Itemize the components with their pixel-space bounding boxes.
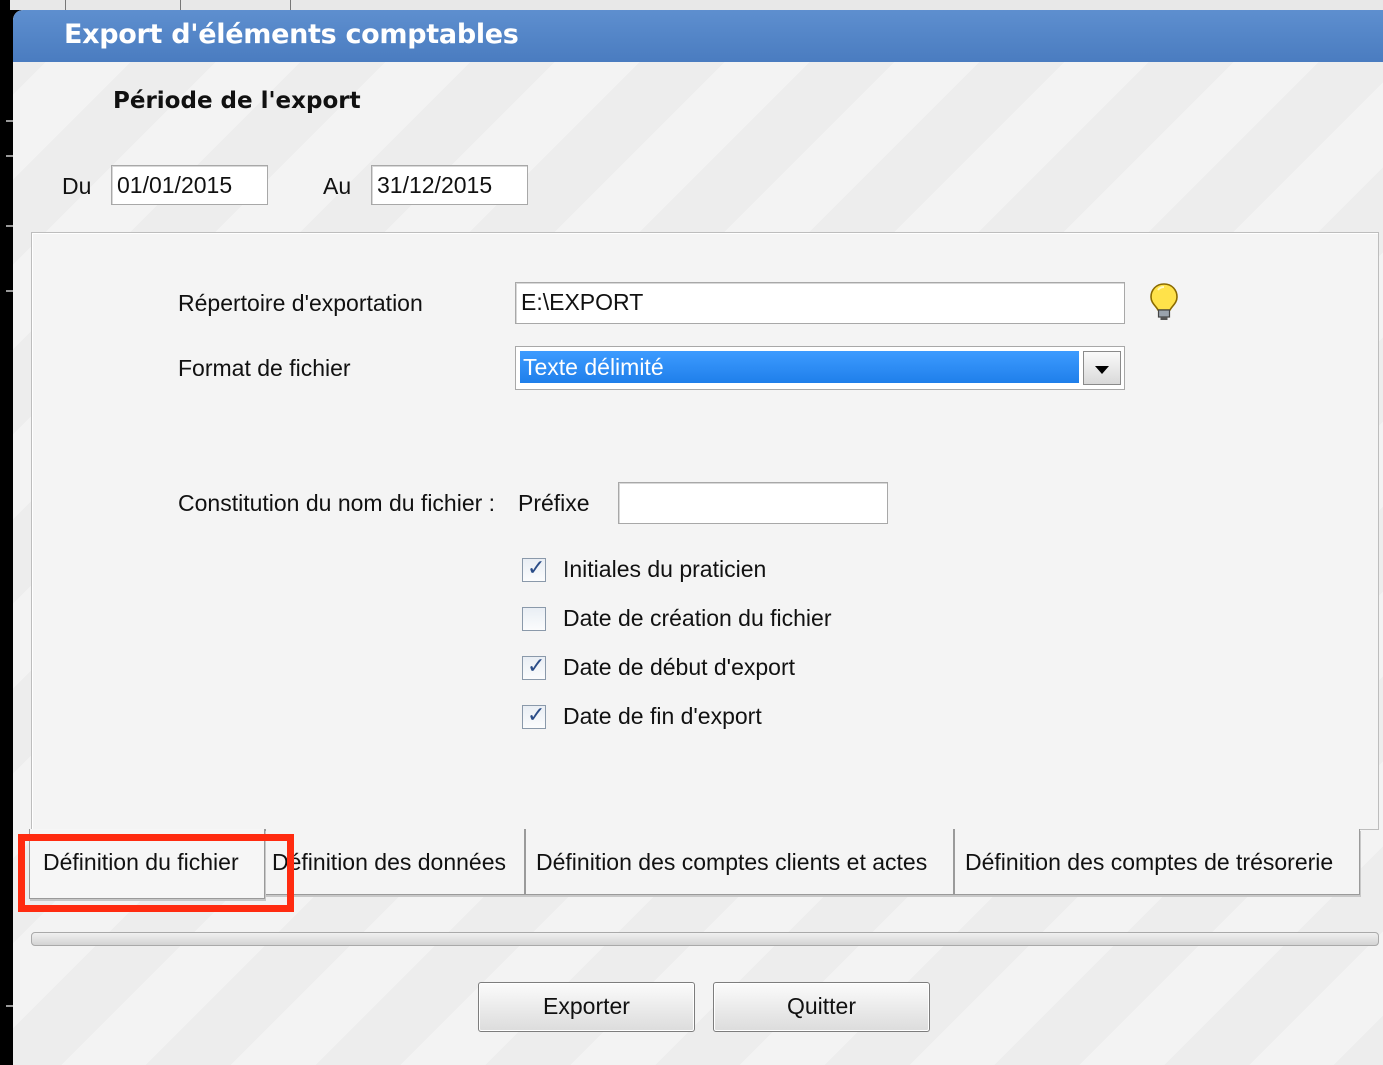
tab-treasury-accounts[interactable]: Définition des comptes de trésorerie <box>954 829 1360 895</box>
filename-label: Constitution du nom du fichier : <box>178 490 496 516</box>
to-date-input[interactable]: 31/12/2015 <box>371 165 528 205</box>
dialog-titlebar[interactable]: Export d'éléments comptables <box>13 10 1383 62</box>
format-selected-value: Texte délimité <box>520 351 1079 383</box>
edge-tick <box>6 120 13 122</box>
option-label: Initiales du praticien <box>563 556 767 582</box>
to-label: Au <box>323 173 352 199</box>
window-edge <box>0 0 13 1065</box>
edge-tick <box>6 1005 13 1007</box>
period-heading: Période de l'export <box>113 88 361 114</box>
edge-tick <box>6 290 13 292</box>
option-label: Date de fin d'export <box>563 703 762 729</box>
tab-label: Définition des comptes de trésorerie <box>965 849 1334 875</box>
format-label: Format de fichier <box>178 355 351 381</box>
chevron-down-icon[interactable] <box>1083 351 1121 385</box>
prefix-label: Préfixe <box>518 490 590 516</box>
background-app-header <box>10 0 1383 10</box>
tab-label: Définition des données <box>272 849 506 875</box>
format-select[interactable]: Texte délimité <box>515 346 1125 390</box>
directory-label: Répertoire d'exportation <box>178 290 423 316</box>
directory-input[interactable]: E:\EXPORT <box>515 282 1125 324</box>
export-dialog: Export d'éléments comptables Période de … <box>13 10 1383 1065</box>
from-label: Du <box>62 173 92 199</box>
dialog-title: Export d'éléments comptables <box>64 19 519 50</box>
checkbox-end-date[interactable] <box>522 703 546 729</box>
quit-button[interactable]: Quitter <box>713 982 930 1032</box>
background-column <box>65 0 181 10</box>
progress-bar <box>31 932 1379 946</box>
edge-tick <box>6 225 13 227</box>
annotation-highlight-box <box>18 834 294 912</box>
prefix-input[interactable] <box>618 482 888 524</box>
tab-data-definition[interactable]: Définition des données <box>265 829 525 895</box>
edge-tick <box>6 155 13 157</box>
from-date-input[interactable]: 01/01/2015 <box>111 165 268 205</box>
background-column <box>180 0 291 10</box>
checkbox-initials[interactable] <box>522 556 546 582</box>
lightbulb-icon[interactable] <box>1149 282 1179 322</box>
tab-label: Définition des comptes clients et actes <box>536 849 928 875</box>
option-label: Date de création du fichier <box>563 605 832 631</box>
option-label: Date de début d'export <box>563 654 795 680</box>
tab-client-accounts[interactable]: Définition des comptes clients et actes <box>525 829 954 895</box>
checkbox-creation-date[interactable] <box>522 607 546 631</box>
export-button[interactable]: Exporter <box>478 982 695 1032</box>
background-column <box>35 0 66 10</box>
checkbox-start-date[interactable] <box>522 654 546 680</box>
